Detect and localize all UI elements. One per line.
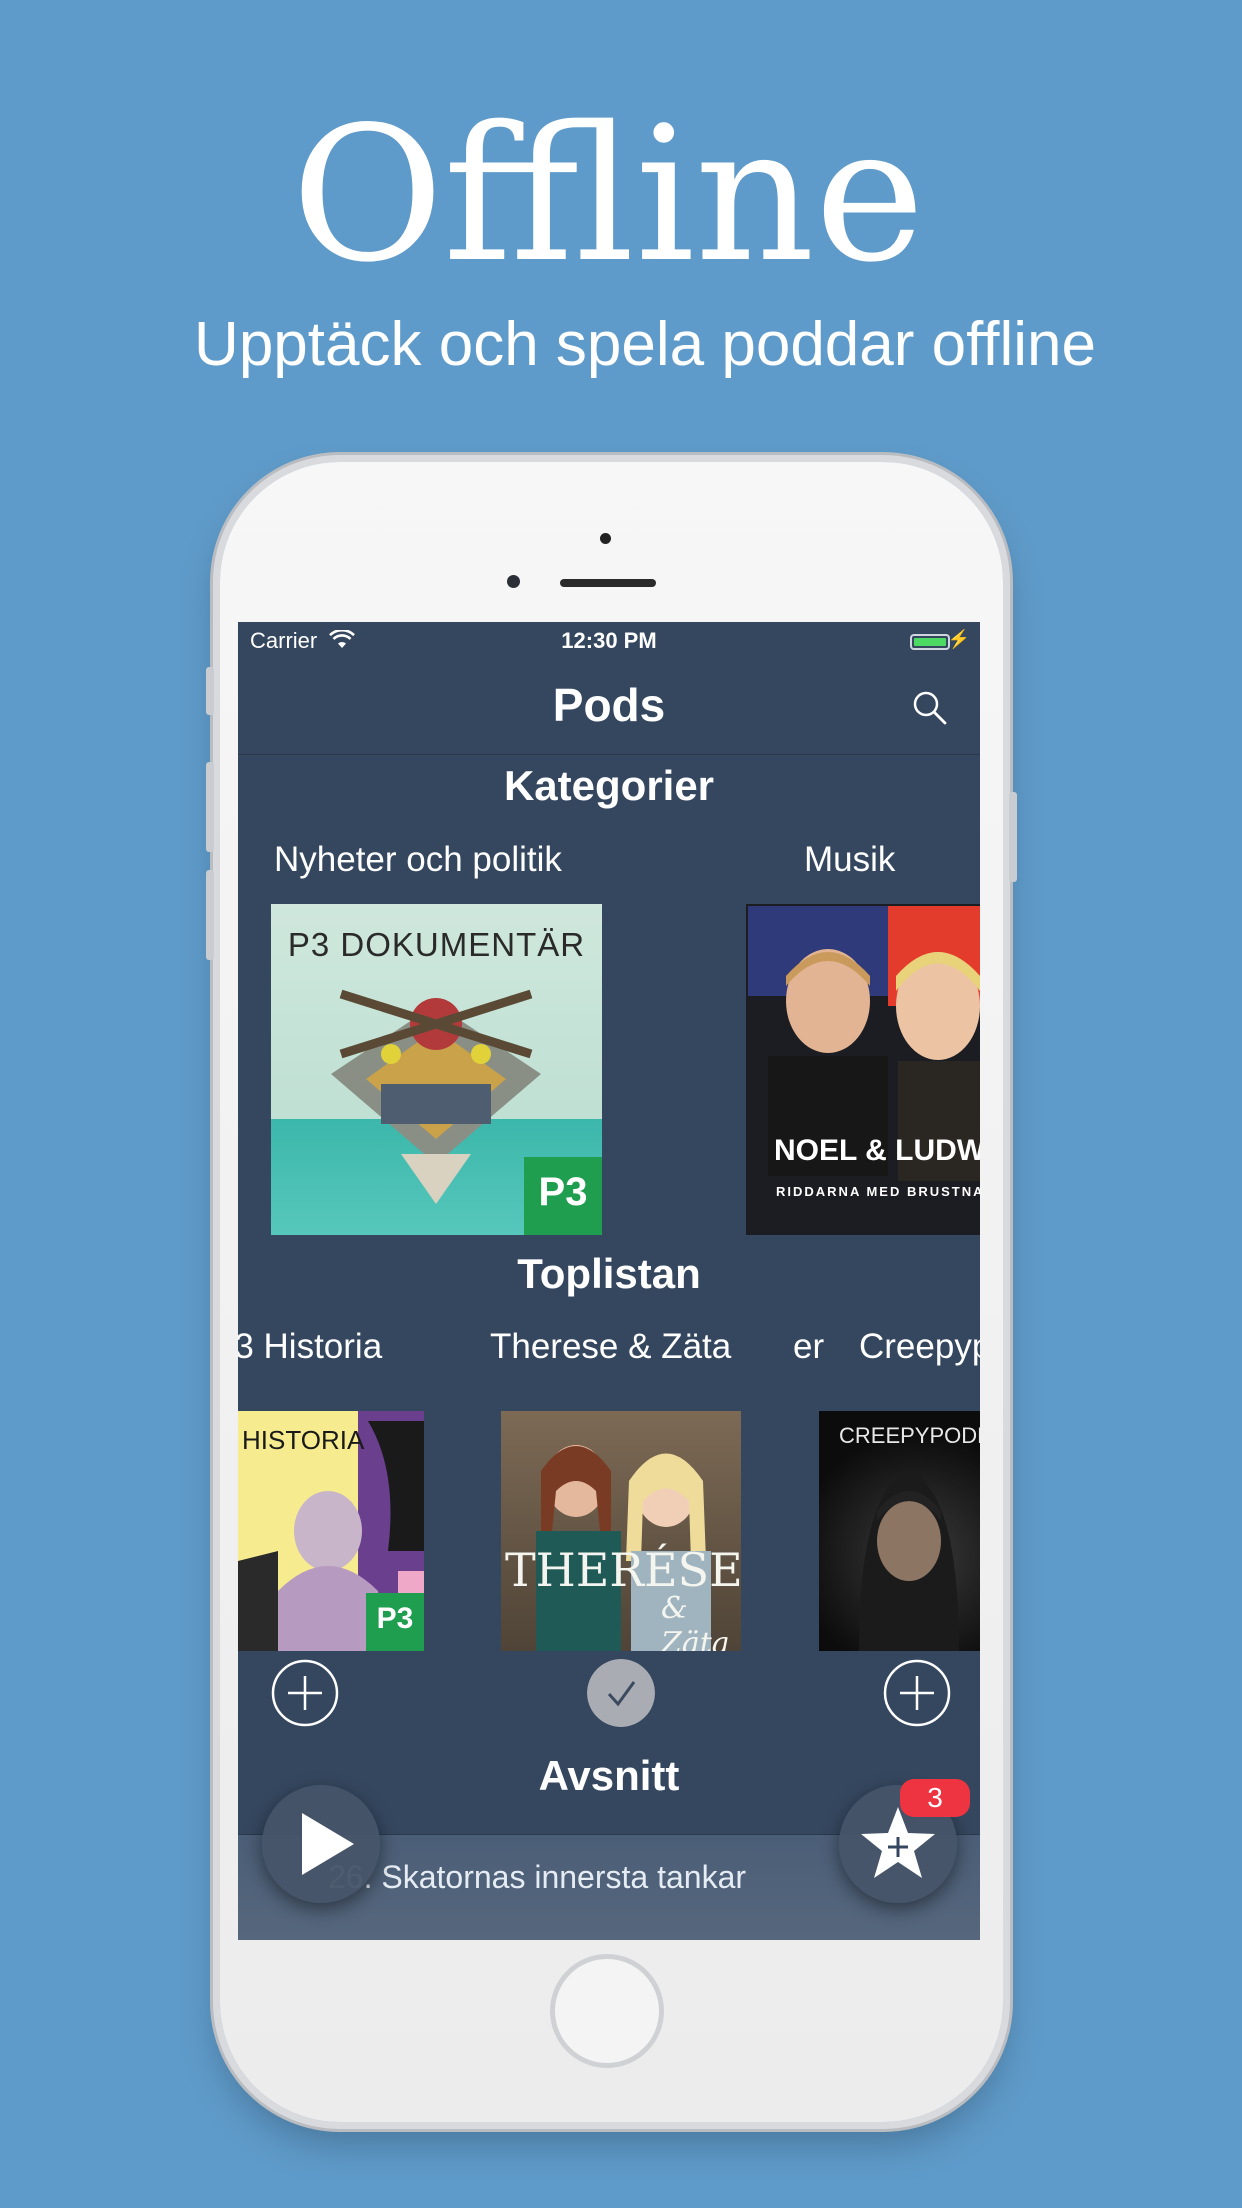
p3-logo: P3 — [366, 1593, 424, 1651]
charging-icon: ⚡ — [947, 629, 970, 649]
categories-heading: Kategorier — [503, 762, 715, 809]
mute-switch — [206, 667, 214, 715]
toplist-label[interactable]: Therese & Zäta — [490, 1327, 731, 1367]
earpiece-speaker — [560, 579, 656, 587]
toplist-artwork-p3-historia[interactable]: HISTORIA P3 — [238, 1411, 424, 1651]
phone-frame: Carrier 12:30 PM ⚡ Pods Kategorier Nyhet… — [206, 462, 1017, 2122]
plus-circle-icon[interactable] — [883, 1659, 951, 1727]
category-artwork-p3-dokumentar[interactable]: P3 DOKUMENTÄR P3 — [271, 904, 602, 1235]
logo-text: P3 — [538, 1170, 588, 1214]
front-camera — [507, 575, 520, 588]
category-label[interactable]: Musik — [804, 840, 895, 880]
home-button[interactable] — [550, 1954, 664, 2068]
toplist-label[interactable]: P3 Historia — [238, 1327, 382, 1367]
toplist-heading: Toplistan — [517, 1250, 701, 1297]
front-sensor — [600, 533, 611, 544]
navigation-bar: Pods — [238, 666, 980, 755]
promo-title: Offline — [291, 86, 925, 303]
artwork-subtitle: RIDDARNA MED BRUSTNA HJÄRTAN — [776, 1184, 980, 1199]
play-button[interactable] — [262, 1785, 380, 1903]
artwork-title: CREEPYPODDEN — [839, 1423, 980, 1448]
toplist-label-partial: er — [793, 1327, 825, 1366]
category-label[interactable]: Nyheter och politik — [274, 840, 562, 880]
power-button — [1009, 792, 1017, 882]
artwork-title: THERÉSE — [505, 1543, 741, 1597]
battery-icon — [910, 634, 950, 650]
plus-circle-icon[interactable] — [271, 1659, 339, 1727]
play-icon — [302, 1813, 354, 1875]
checkmark-icon[interactable] — [587, 1659, 655, 1727]
toplist-artwork-therese-zata[interactable]: THERÉSE & Zäta — [501, 1411, 741, 1651]
promo-subtitle: Upptäck och spela poddar offline — [194, 310, 1096, 379]
artwork-title: HISTORIA — [242, 1425, 365, 1455]
volume-up-button — [206, 762, 214, 852]
status-time: 12:30 PM — [561, 628, 657, 653]
artwork-title: NOEL & LUDWIG — [774, 1134, 980, 1167]
page-title: Pods — [552, 679, 666, 731]
toplist-label[interactable]: Creepypodden — [859, 1327, 980, 1367]
category-artwork-noel-ludwig[interactable]: NOEL & LUDWIG RIDDARNA MED BRUSTNA HJÄRT… — [746, 904, 980, 1235]
toplist-artwork-creepypodden[interactable]: CREEPYPODDEN — [819, 1411, 980, 1651]
p3-logo: P3 — [524, 1157, 602, 1235]
now-playing-episode[interactable]: 26. Skatornas innersta tankar — [328, 1859, 746, 1896]
app-screen: Carrier 12:30 PM ⚡ Pods Kategorier Nyhet… — [238, 622, 980, 1940]
artwork-subtitle: & Zäta — [661, 1591, 730, 1651]
logo-text: P3 — [376, 1602, 414, 1635]
search-icon[interactable] — [910, 688, 950, 728]
status-bar: Carrier 12:30 PM ⚡ — [238, 622, 980, 666]
notification-badge: 3 — [900, 1779, 970, 1817]
volume-down-button — [206, 870, 214, 960]
